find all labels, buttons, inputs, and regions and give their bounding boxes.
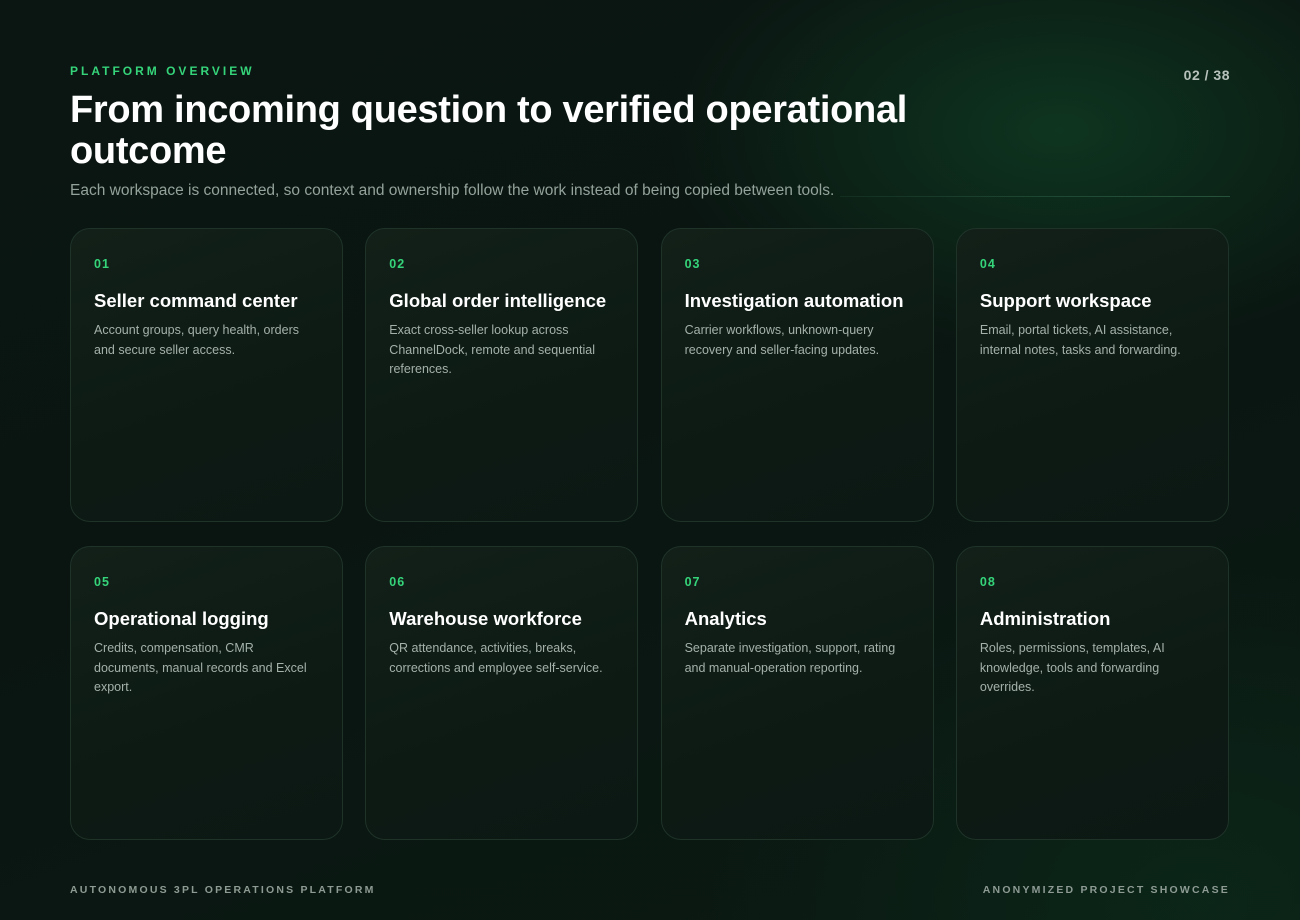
card-description: Separate investigation, support, rating … [684,641,896,675]
page-subtitle: Each workspace is connected, so context … [70,182,835,199]
card-number: 02 [389,257,406,271]
card-description: Exact cross-seller lookup across Channel… [389,323,595,376]
card-description: Email, portal tickets, AI assistance, in… [979,323,1181,357]
card-number: 03 [684,257,701,271]
card-number: 01 [94,257,110,271]
workspace-card-warehouse-workforce: 06 Warehouse workforce QR attendance, ac… [365,546,639,840]
card-title: Global order intelligence [389,290,607,311]
workspace-card-investigation-automation: 03 Investigation automation Carrier work… [660,228,934,522]
card-description: Credits, compensation, CMR documents, ma… [94,641,307,694]
header-divider [840,196,1230,197]
card-description: QR attendance, activities, breaks, corre… [389,641,603,675]
card-description: Roles, permissions, templates, AI knowle… [979,641,1165,694]
workspace-card-support-workspace: 04 Support workspace Email, portal ticke… [955,228,1229,522]
card-description: Account groups, query health, orders and… [94,323,299,357]
card-title: Operational logging [94,608,269,629]
workspace-card-analytics: 07 Analytics Separate investigation, sup… [660,546,934,840]
workspace-card-seller-command-center: 01 Seller command center Account groups,… [70,228,343,522]
workspace-card-administration: 08 Administration Roles, permissions, te… [955,546,1229,840]
card-title: Seller command center [94,290,298,311]
workspace-card-operational-logging: 05 Operational logging Credits, compensa… [70,546,343,840]
card-description: Carrier workflows, unknown-query recover… [684,323,880,357]
card-title: Warehouse workforce [389,608,582,629]
card-number: 04 [979,257,996,271]
page-indicator: 02 / 38 [1183,67,1230,83]
workspace-card-global-order-intelligence: 02 Global order intelligence Exact cross… [365,228,639,522]
slide: PLATFORM OVERVIEW 02 / 38 From incoming … [0,0,1300,920]
workspace-card-grid: 01 Seller command center Account groups,… [70,228,1230,840]
footer-showcase-label: ANONYMIZED PROJECT SHOWCASE [982,884,1230,896]
card-number: 05 [94,575,110,589]
card-title: Investigation automation [684,290,904,311]
card-title: Administration [979,608,1111,629]
card-title: Analytics [684,608,767,629]
page-title: From incoming question to verified opera… [70,89,908,172]
footer-platform-label: AUTONOMOUS 3PL OPERATIONS PLATFORM [70,884,376,896]
card-number: 06 [389,575,406,589]
card-title: Support workspace [979,290,1152,311]
card-number: 07 [684,575,701,589]
section-eyebrow: PLATFORM OVERVIEW [70,64,255,78]
card-number: 08 [979,575,996,589]
